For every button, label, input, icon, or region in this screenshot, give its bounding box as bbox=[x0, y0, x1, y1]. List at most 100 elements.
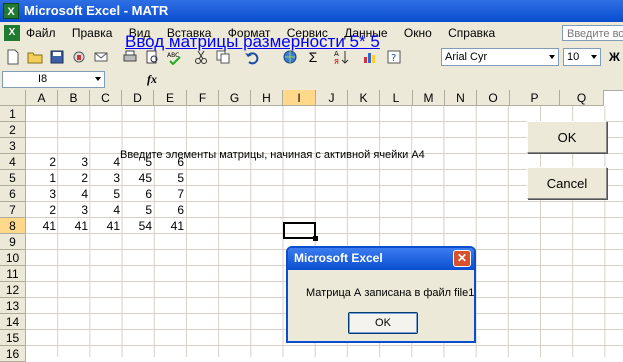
autosum-icon[interactable]: Σ bbox=[305, 49, 321, 65]
column-header-q[interactable]: Q bbox=[560, 90, 604, 106]
cell-value[interactable]: 7 bbox=[154, 186, 184, 202]
hyperlink-icon[interactable] bbox=[282, 49, 298, 65]
print-icon[interactable] bbox=[122, 49, 138, 65]
permission-icon[interactable] bbox=[71, 49, 87, 65]
cell-value[interactable]: 3 bbox=[58, 202, 88, 218]
chart-wizard-icon[interactable] bbox=[362, 49, 378, 65]
workbook-icon[interactable]: X bbox=[4, 25, 20, 41]
column-header-m[interactable]: M bbox=[413, 90, 445, 106]
cell-value[interactable]: 4 bbox=[90, 154, 120, 170]
cell-value[interactable]: 4 bbox=[58, 186, 88, 202]
window-title: Microsoft Excel - MATR bbox=[24, 3, 169, 18]
close-icon[interactable]: ✕ bbox=[453, 250, 471, 267]
column-header-l[interactable]: L bbox=[380, 90, 413, 106]
row-header-10[interactable]: 10 bbox=[0, 250, 26, 266]
column-header-n[interactable]: N bbox=[445, 90, 477, 106]
new-document-icon[interactable] bbox=[5, 49, 21, 65]
row-header-6[interactable]: 6 bbox=[0, 186, 26, 202]
excel-app-icon[interactable]: X bbox=[3, 3, 19, 19]
font-size-select[interactable]: 10 bbox=[563, 48, 601, 66]
cell-value[interactable]: 2 bbox=[58, 170, 88, 186]
menu-file[interactable]: Файл bbox=[26, 26, 56, 40]
svg-text:Я: Я bbox=[334, 58, 339, 65]
cell-value[interactable]: 3 bbox=[58, 154, 88, 170]
cell-value[interactable]: 5 bbox=[90, 186, 120, 202]
row-header-14[interactable]: 14 bbox=[0, 314, 26, 330]
dialog-message: Матрица А записана в файл file1 bbox=[306, 287, 475, 299]
dialog-ok-button[interactable]: OK bbox=[348, 312, 418, 334]
dialog-title-bar: Microsoft Excel ✕ bbox=[288, 248, 474, 270]
row-header-12[interactable]: 12 bbox=[0, 282, 26, 298]
cell-value[interactable]: 5 bbox=[122, 202, 152, 218]
cell-value[interactable]: 1 bbox=[26, 170, 56, 186]
cell-value[interactable]: 3 bbox=[90, 170, 120, 186]
cell-value[interactable]: 2 bbox=[26, 202, 56, 218]
menu-edit[interactable]: Правка bbox=[72, 26, 113, 40]
column-header-e[interactable]: E bbox=[154, 90, 187, 106]
sort-ascending-icon[interactable]: AЯ bbox=[333, 49, 349, 65]
menu-help[interactable]: Справка bbox=[448, 26, 495, 40]
row-header-15[interactable]: 15 bbox=[0, 330, 26, 346]
cell-value[interactable]: 4 bbox=[90, 202, 120, 218]
chevron-down-icon[interactable] bbox=[549, 55, 555, 59]
column-header-d[interactable]: D bbox=[122, 90, 154, 106]
row-header-3[interactable]: 3 bbox=[0, 138, 26, 154]
column-header-i[interactable]: I bbox=[283, 90, 316, 106]
cell-value[interactable]: 3 bbox=[26, 186, 56, 202]
cell-value[interactable]: 41 bbox=[90, 218, 120, 234]
cell-value[interactable]: 5 bbox=[154, 170, 184, 186]
row-header-11[interactable]: 11 bbox=[0, 266, 26, 282]
chevron-down-icon[interactable] bbox=[591, 55, 597, 59]
column-header-o[interactable]: O bbox=[477, 90, 510, 106]
column-header-k[interactable]: K bbox=[348, 90, 380, 106]
column-header-j[interactable]: J bbox=[316, 90, 348, 106]
row-header-9[interactable]: 9 bbox=[0, 234, 26, 250]
cell-value[interactable]: 45 bbox=[122, 170, 152, 186]
email-icon[interactable] bbox=[93, 49, 109, 65]
column-header-a[interactable]: A bbox=[26, 90, 58, 106]
row-header-4[interactable]: 4 bbox=[0, 154, 26, 170]
save-icon[interactable] bbox=[49, 49, 65, 65]
cell-value[interactable]: 54 bbox=[122, 218, 152, 234]
help-question-box[interactable]: Введите во bbox=[562, 25, 623, 41]
column-header-p[interactable]: P bbox=[510, 90, 560, 106]
sheet-ok-button[interactable]: OK bbox=[527, 121, 607, 153]
message-dialog: Microsoft Excel ✕ Матрица А записана в ф… bbox=[286, 246, 476, 343]
cut-icon[interactable] bbox=[193, 49, 209, 65]
column-header-h[interactable]: H bbox=[251, 90, 283, 106]
column-header-c[interactable]: C bbox=[90, 90, 122, 106]
select-all-corner[interactable] bbox=[0, 90, 26, 106]
spelling-icon[interactable]: ABC bbox=[166, 49, 182, 65]
help-icon[interactable]: ? bbox=[386, 49, 402, 65]
column-header-b[interactable]: B bbox=[58, 90, 90, 106]
row-header-1[interactable]: 1 bbox=[0, 106, 26, 122]
formula-bar: I8 fx bbox=[0, 70, 623, 91]
name-box[interactable]: I8 bbox=[2, 71, 105, 88]
row-header-13[interactable]: 13 bbox=[0, 298, 26, 314]
cell-value[interactable]: 6 bbox=[122, 186, 152, 202]
row-header-8[interactable]: 8 bbox=[0, 218, 26, 234]
open-folder-icon[interactable] bbox=[27, 49, 43, 65]
undo-icon[interactable] bbox=[244, 49, 260, 65]
active-cell-i8[interactable] bbox=[283, 222, 318, 241]
copy-icon[interactable] bbox=[215, 49, 231, 65]
row-header-5[interactable]: 5 bbox=[0, 170, 26, 186]
cell-value[interactable]: 41 bbox=[154, 218, 184, 234]
row-header-7[interactable]: 7 bbox=[0, 202, 26, 218]
chevron-down-icon[interactable] bbox=[95, 77, 101, 81]
cell-value[interactable]: 2 bbox=[26, 154, 56, 170]
column-header-g[interactable]: G bbox=[219, 90, 251, 106]
sheet-cancel-button[interactable]: Cancel bbox=[527, 167, 607, 199]
column-header-f[interactable]: F bbox=[187, 90, 219, 106]
cell-value[interactable]: 6 bbox=[154, 202, 184, 218]
row-header-16[interactable]: 16 bbox=[0, 346, 26, 362]
cell-value[interactable]: 41 bbox=[58, 218, 88, 234]
cell-value[interactable]: 41 bbox=[26, 218, 56, 234]
row-header-2[interactable]: 2 bbox=[0, 122, 26, 138]
print-preview-icon[interactable] bbox=[144, 49, 160, 65]
menu-window[interactable]: Окно bbox=[404, 26, 432, 40]
bold-button[interactable]: Ж bbox=[609, 49, 623, 65]
font-name-select[interactable]: Arial Cyr bbox=[441, 48, 559, 66]
svg-text:?: ? bbox=[391, 53, 396, 64]
insert-function-icon[interactable]: fx bbox=[147, 72, 157, 87]
